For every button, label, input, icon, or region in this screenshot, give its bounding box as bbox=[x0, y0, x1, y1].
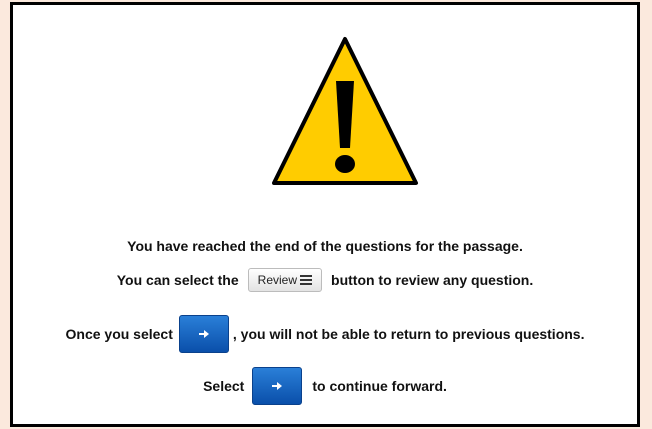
warning-instruction-line: Once you select , you will not be able t… bbox=[13, 315, 637, 353]
continue-instruction-prefix: Select bbox=[203, 378, 245, 394]
warning-instruction-suffix: , you will not be able to return to prev… bbox=[232, 326, 585, 342]
end-message-text: You have reached the end of the question… bbox=[127, 238, 523, 254]
warning-triangle-icon bbox=[272, 37, 418, 185]
arrow-right-icon bbox=[198, 330, 209, 338]
arrow-right-icon bbox=[272, 382, 283, 390]
review-instruction-prefix: You can select the bbox=[116, 272, 239, 288]
next-button[interactable] bbox=[178, 315, 229, 353]
continue-instruction-line: Select to continue forward. bbox=[13, 367, 637, 405]
end-of-section-dialog: You have reached the end of the question… bbox=[10, 2, 640, 427]
continue-button[interactable] bbox=[252, 367, 303, 405]
review-instruction-suffix: button to review any question. bbox=[331, 272, 534, 288]
review-instruction-line: You can select the Review button to revi… bbox=[13, 265, 637, 295]
review-button-label: Review bbox=[257, 273, 298, 287]
continue-instruction-suffix: to continue forward. bbox=[312, 378, 447, 394]
warning-instruction-prefix: Once you select bbox=[65, 326, 173, 342]
list-icon bbox=[300, 275, 313, 285]
end-message-line: You have reached the end of the question… bbox=[13, 237, 637, 255]
review-button[interactable]: Review bbox=[247, 268, 323, 292]
